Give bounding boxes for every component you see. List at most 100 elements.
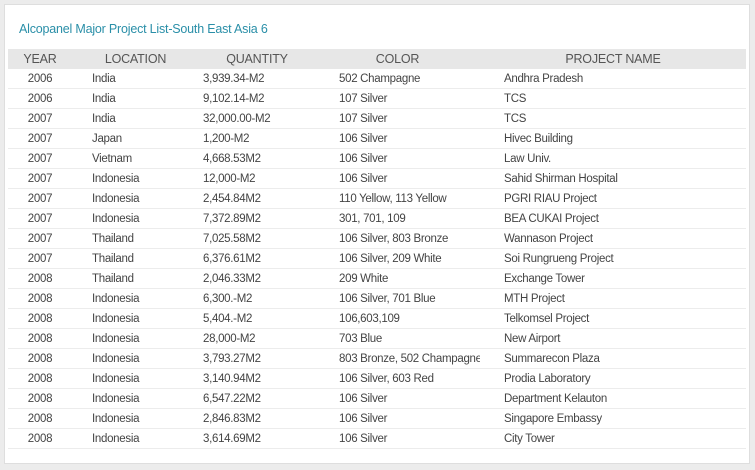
cell-quantity: 6,300.-M2 (199, 288, 315, 309)
cell-project-name: Telkomsel Project (480, 308, 746, 329)
cell-year: 2008 (8, 328, 72, 349)
cell-color: 106 Silver (315, 388, 480, 409)
cell-project-name: TCS (480, 88, 746, 109)
cell-quantity: 7,025.58M2 (199, 228, 315, 249)
cell-color: 502 Champagne (315, 69, 480, 89)
cell-color: 106,603,109 (315, 308, 480, 329)
cell-color: 106 Silver (315, 428, 480, 449)
cell-quantity: 2,454.84M2 (199, 188, 315, 209)
cell-quantity: 3,793.27M2 (199, 348, 315, 369)
page-title: Alcopanel Major Project List-South East … (19, 22, 268, 36)
column-header-year: YEAR (8, 49, 72, 69)
cell-project-name: City Tower (480, 428, 746, 449)
table-row: 2006 India 3,939.34-M2 502 Champagne Andhra … (8, 69, 746, 89)
cell-project-name: Summarecon Plaza (480, 348, 746, 369)
cell-year: 2007 (8, 248, 72, 269)
cell-location: India (72, 108, 199, 129)
cell-location: India (72, 88, 199, 109)
cell-year: 2008 (8, 368, 72, 389)
cell-location: Indonesia (72, 388, 199, 409)
cell-location: Indonesia (72, 168, 199, 189)
cell-color: 110 Yellow, 113 Yellow (315, 188, 480, 209)
cell-project-name: Wannason Project (480, 228, 746, 249)
cell-location: Japan (72, 128, 199, 149)
cell-project-name: Law Univ. (480, 148, 746, 169)
cell-year: 2008 (8, 268, 72, 289)
table-row: 2007 Japan 1,200-M2 106 Silver Hivec Buildin… (8, 128, 746, 149)
cell-quantity: 3,140.94M2 (199, 368, 315, 389)
cell-project-name: Sahid Shirman Hospital (480, 168, 746, 189)
cell-color: 106 Silver, 209 White (315, 248, 480, 269)
cell-location: Thailand (72, 248, 199, 269)
table-row: 2007 Indonesia 2,454.84M2 110 Yellow, 113 Y… (8, 188, 746, 209)
cell-quantity: 5,404.-M2 (199, 308, 315, 329)
table-row: 2008 Indonesia 6,300.-M2 106 Silver, 701 Bl… (8, 288, 746, 309)
header-row: YEAR LOCATION QUANTITY COLOR PROJECT NAM… (8, 49, 746, 69)
cell-quantity: 2,846.83M2 (199, 408, 315, 429)
cell-location: Indonesia (72, 308, 199, 329)
cell-color: 106 Silver (315, 148, 480, 169)
cell-quantity: 6,547.22M2 (199, 388, 315, 409)
cell-color: 703 Blue (315, 328, 480, 349)
cell-year: 2007 (8, 168, 72, 189)
table-row: 2006 India 9,102.14-M2 107 Silver TCS (8, 88, 746, 109)
cell-quantity: 7,372.89M2 (199, 208, 315, 229)
cell-project-name: Soi Rungrueng Project (480, 248, 746, 269)
cell-project-name: Singapore Embassy (480, 408, 746, 429)
cell-color: 106 Silver, 701 Blue (315, 288, 480, 309)
cell-color: 301, 701, 109 (315, 208, 480, 229)
cell-year: 2006 (8, 88, 72, 109)
cell-color: 106 Silver (315, 168, 480, 189)
cell-project-name: BEA CUKAI Project (480, 208, 746, 229)
cell-project-name: Hivec Building (480, 128, 746, 149)
table-header: YEAR LOCATION QUANTITY COLOR PROJECT NAM… (8, 49, 746, 69)
cell-year: 2008 (8, 308, 72, 329)
cell-year: 2007 (8, 108, 72, 129)
cell-location: India (72, 69, 199, 89)
cell-location: Indonesia (72, 208, 199, 229)
column-header-location: LOCATION (72, 49, 199, 69)
table-row: 2008 Indonesia 3,614.69M2 106 Silver City To… (8, 428, 746, 449)
cell-project-name: Department Kelauton (480, 388, 746, 409)
cell-location: Indonesia (72, 368, 199, 389)
cell-location: Indonesia (72, 288, 199, 309)
cell-location: Vietnam (72, 148, 199, 169)
cell-year: 2008 (8, 288, 72, 309)
table-row: 2007 Thailand 6,376.61M2 106 Silver, 209 Wh… (8, 248, 746, 269)
cell-location: Indonesia (72, 348, 199, 369)
cell-quantity: 9,102.14-M2 (199, 88, 315, 109)
table-row: 2008 Indonesia 28,000-M2 703 Blue New Airpor… (8, 328, 746, 349)
cell-project-name: PGRI RIAU Project (480, 188, 746, 209)
cell-quantity: 6,376.61M2 (199, 248, 315, 269)
column-header-project-name: PROJECT NAME (480, 49, 746, 69)
cell-color: 803 Bronze, 502 Champagne (315, 348, 480, 369)
cell-project-name: Prodia Laboratory (480, 368, 746, 389)
cell-location: Indonesia (72, 428, 199, 449)
cell-color: 106 Silver, 603 Red (315, 368, 480, 389)
cell-quantity: 4,668.53M2 (199, 148, 315, 169)
cell-quantity: 2,046.33M2 (199, 268, 315, 289)
cell-year: 2008 (8, 428, 72, 449)
cell-color: 209 White (315, 268, 480, 289)
cell-year: 2008 (8, 408, 72, 429)
project-list-panel: Alcopanel Major Project List-South East … (4, 4, 750, 464)
column-header-quantity: QUANTITY (199, 49, 315, 69)
table-row: 2008 Thailand 2,046.33M2 209 White Exchange … (8, 268, 746, 289)
cell-quantity: 32,000.00-M2 (199, 108, 315, 129)
cell-year: 2008 (8, 388, 72, 409)
cell-location: Indonesia (72, 328, 199, 349)
cell-color: 107 Silver (315, 108, 480, 129)
table-row: 2008 Indonesia 5,404.-M2 106,603,109 Telkoms… (8, 308, 746, 329)
cell-quantity: 3,614.69M2 (199, 428, 315, 449)
cell-year: 2006 (8, 69, 72, 89)
cell-project-name: Andhra Pradesh (480, 69, 746, 89)
table-row: 2007 Thailand 7,025.58M2 106 Silver, 803 Br… (8, 228, 746, 249)
table-body: 2006 India 3,939.34-M2 502 Champagne Andhra … (8, 69, 746, 449)
cell-year: 2007 (8, 148, 72, 169)
cell-project-name: New Airport (480, 328, 746, 349)
cell-year: 2007 (8, 208, 72, 229)
cell-year: 2008 (8, 348, 72, 369)
cell-project-name: MTH Project (480, 288, 746, 309)
table-row: 2008 Indonesia 3,140.94M2 106 Silver, 603 R… (8, 368, 746, 389)
table-row: 2008 Indonesia 3,793.27M2 803 Bronze, 502 C… (8, 348, 746, 369)
